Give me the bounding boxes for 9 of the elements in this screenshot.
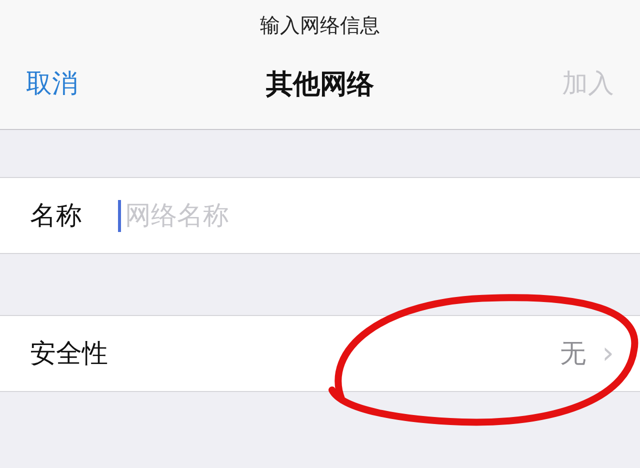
prompt-text: 输入网络信息: [0, 0, 640, 38]
chevron: ›: [602, 336, 614, 371]
cancel-button[interactable]: 取消: [26, 66, 78, 101]
row-label: 名称: [30, 200, 82, 233]
nav-title: 其他网络: [266, 68, 374, 102]
row-label: 安全性: [30, 338, 108, 371]
security-row[interactable]: 安全性 无 ›: [0, 315, 640, 392]
name-field[interactable]: 名称 网络名称: [0, 177, 640, 254]
row-value: 无: [560, 338, 586, 371]
